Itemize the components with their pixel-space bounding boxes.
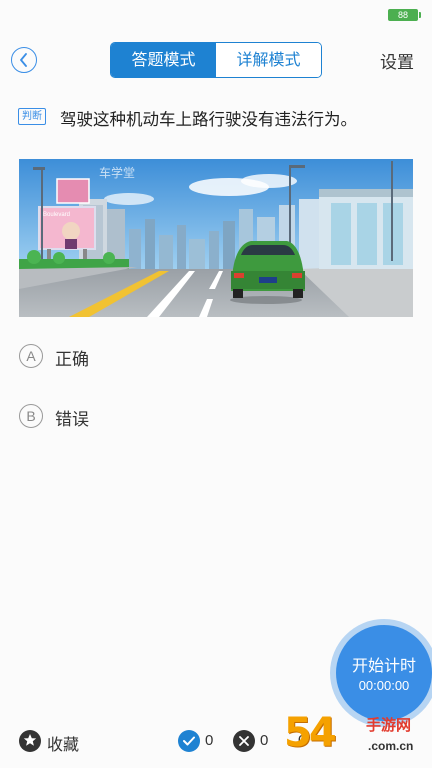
- tab-answer-mode[interactable]: 答题模式: [111, 43, 216, 77]
- question-type-badge: 判断: [18, 108, 46, 125]
- option-letter: A: [19, 344, 43, 368]
- billboard-text: Boulevard: [43, 212, 70, 218]
- site-watermark: 54 手游网 .com.cn: [284, 706, 432, 768]
- chevron-left-icon: [20, 53, 27, 67]
- timer-time: 00:00:00: [358, 678, 410, 693]
- option-text: 错误: [55, 410, 89, 430]
- correct-count: 0: [205, 732, 214, 749]
- option-a[interactable]: A 正确: [19, 344, 319, 370]
- header: 答题模式 详解模式 设置: [0, 38, 432, 84]
- star-icon[interactable]: [19, 730, 41, 752]
- status-bar: 88: [0, 0, 432, 28]
- settings-button[interactable]: 设置: [380, 48, 414, 73]
- option-b[interactable]: B 错误: [19, 404, 319, 430]
- wrong-count: 0: [260, 732, 269, 749]
- watermark-text: 手游网: [366, 716, 412, 734]
- option-letter: B: [19, 404, 43, 428]
- check-icon: [178, 730, 200, 752]
- timer-label: 开始计时: [351, 656, 416, 675]
- watermark-number: 54: [284, 710, 337, 756]
- back-button[interactable]: [11, 47, 37, 73]
- question-image: Boulevard 车学堂: [19, 159, 413, 317]
- option-text: 正确: [55, 350, 89, 370]
- image-watermark: 车学堂: [99, 165, 135, 180]
- battery-icon: 88: [388, 9, 421, 21]
- favorite-label[interactable]: 收藏: [47, 731, 79, 755]
- mode-switch: 答题模式 详解模式: [110, 42, 322, 78]
- tab-explain-mode[interactable]: 详解模式: [216, 43, 321, 77]
- watermark-domain: .com.cn: [368, 739, 414, 753]
- close-icon: [233, 730, 255, 752]
- question-text: 驾驶这种机动车上路行驶没有违法行为。: [60, 110, 357, 129]
